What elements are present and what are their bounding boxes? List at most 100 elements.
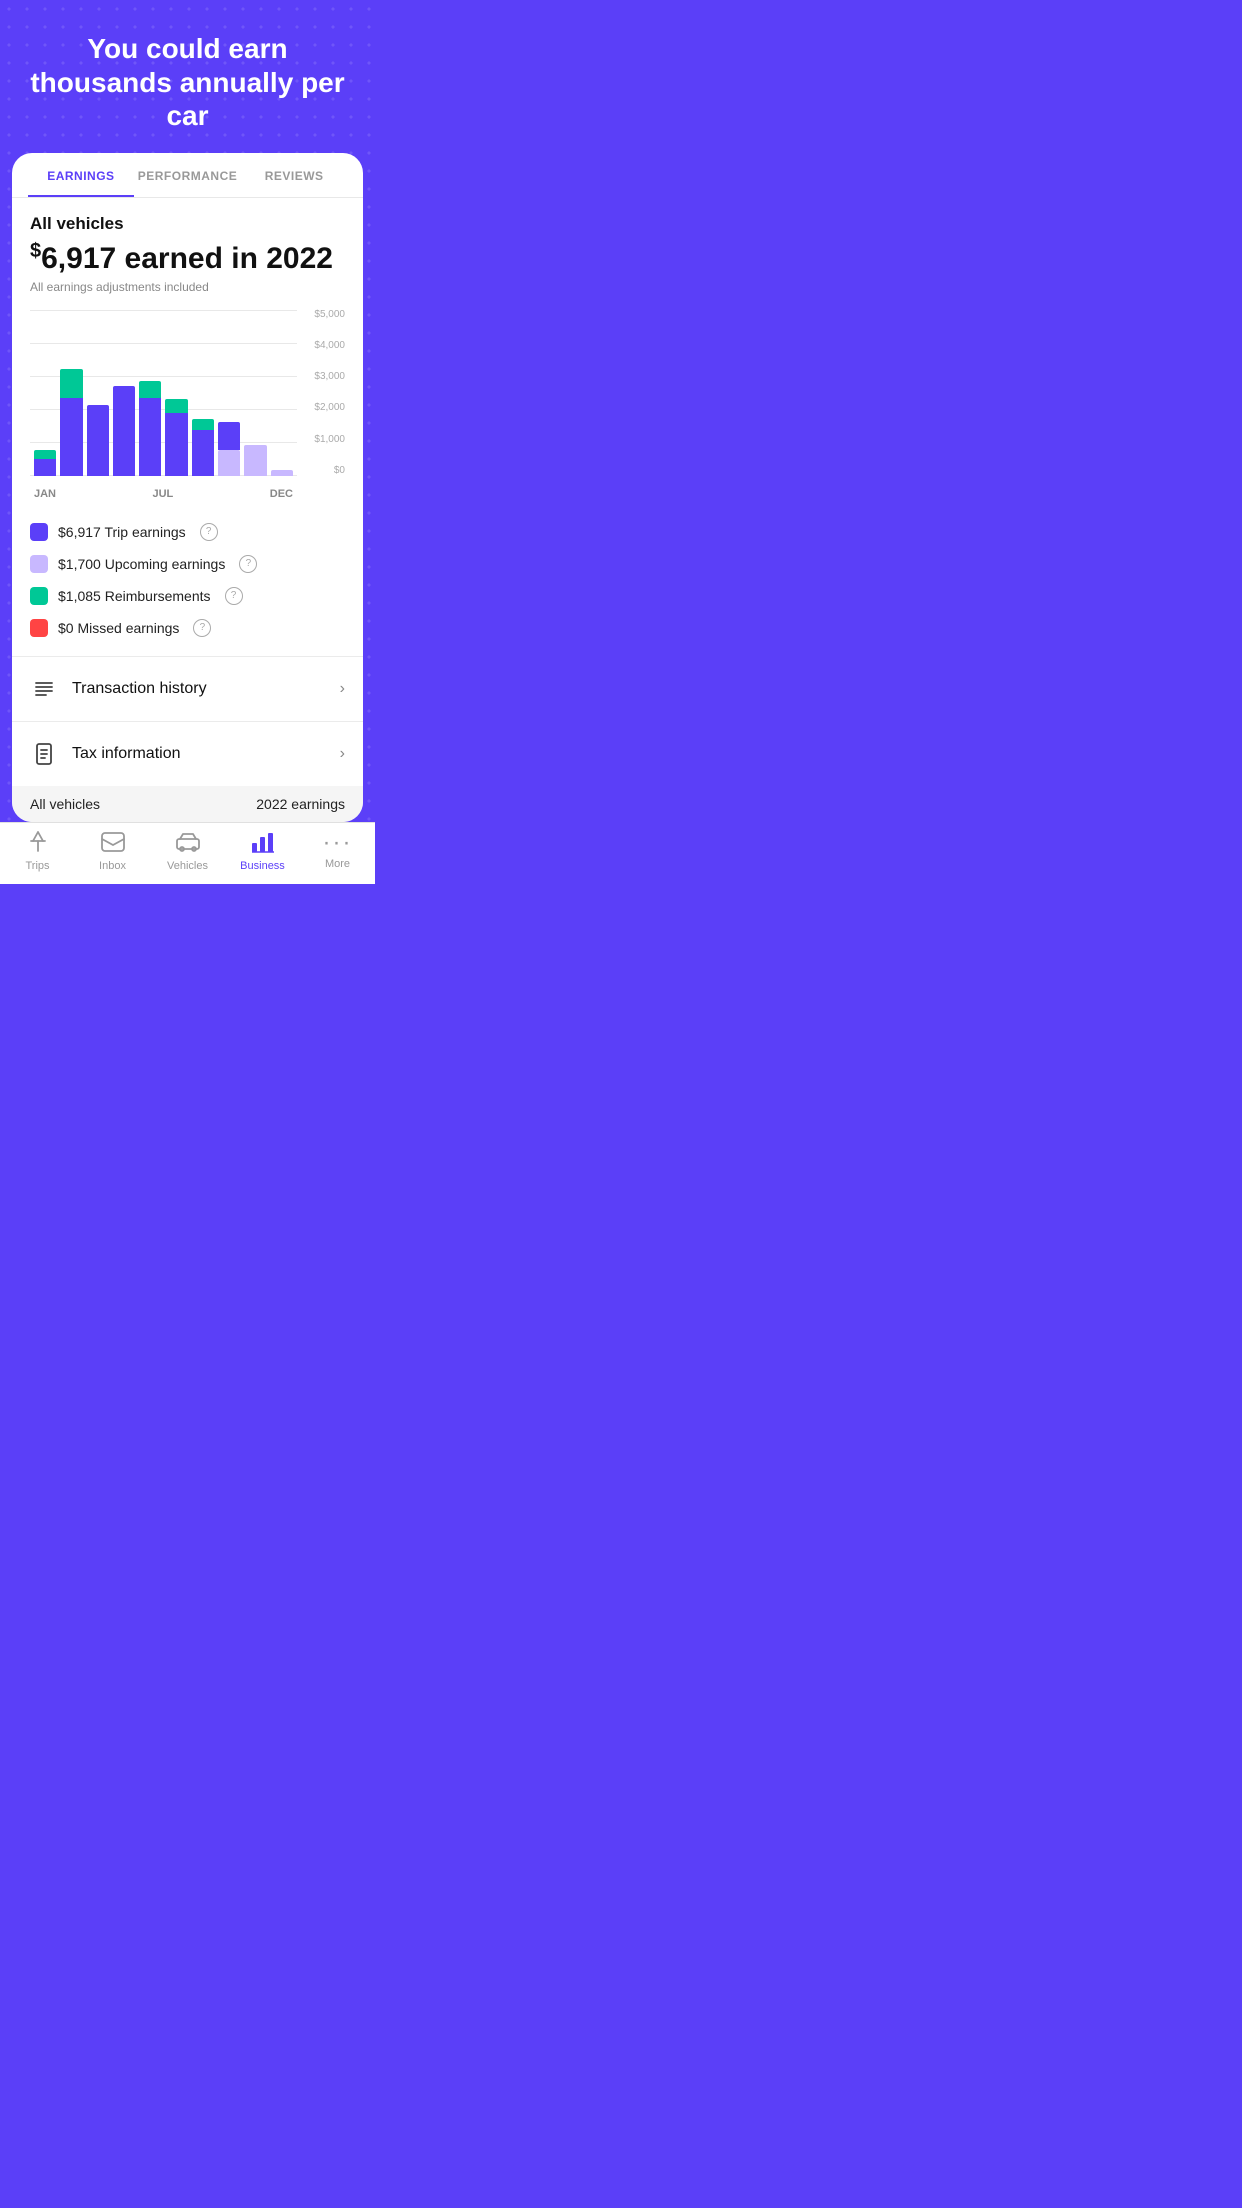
bar-group: [60, 310, 82, 476]
info-icon-reimbursements[interactable]: ?: [225, 587, 243, 605]
x-label-jul: JUL: [153, 488, 174, 500]
bar-segment-light: [244, 445, 266, 476]
bar-segment-blue: [192, 430, 214, 475]
nav-more[interactable]: ··· More: [300, 831, 375, 872]
chart-bars: [30, 310, 297, 476]
nav-more-label: More: [325, 858, 350, 870]
y-label: $1,000: [314, 435, 345, 445]
vehicles-label: All vehicles: [30, 214, 345, 234]
tab-bar: EARNINGS PERFORMANCE REVIEWS: [12, 153, 363, 198]
bar-group: [113, 310, 135, 476]
legend-missed: $0 Missed earnings ?: [30, 612, 345, 644]
bar-group: [192, 310, 214, 476]
nav-inbox[interactable]: Inbox: [75, 831, 150, 872]
bar-segment-light: [218, 450, 240, 476]
x-label-dec: DEC: [270, 488, 293, 500]
nav-vehicles[interactable]: Vehicles: [150, 831, 225, 872]
info-icon-trip[interactable]: ?: [200, 523, 218, 541]
vehicles-icon: [175, 831, 201, 857]
legend-label-trip: $6,917 Trip earnings: [58, 524, 186, 540]
bar-segment-blue: [218, 422, 240, 450]
info-icon-upcoming[interactable]: ?: [239, 555, 257, 573]
bar-segment-green: [165, 399, 187, 413]
bar-stack: [60, 310, 82, 476]
bar-group: [244, 310, 266, 476]
y-label: $4,000: [314, 341, 345, 351]
bar-stack: [87, 310, 109, 476]
bar-segment-blue: [60, 398, 82, 476]
bar-stack: [139, 310, 161, 476]
chevron-right-icon: ›: [340, 745, 345, 763]
earnings-sub: All earnings adjustments included: [30, 280, 345, 294]
legend-reimbursements: $1,085 Reimbursements ?: [30, 580, 345, 612]
main-card: EARNINGS PERFORMANCE REVIEWS All vehicle…: [12, 153, 363, 822]
legend-label-missed: $0 Missed earnings: [58, 620, 179, 636]
bar-segment-blue: [34, 459, 56, 476]
hero-title: You could earn thousands annually per ca…: [0, 0, 375, 153]
bar-stack: [271, 310, 293, 476]
nav-inbox-label: Inbox: [99, 860, 126, 872]
bar-segment-light: [271, 470, 293, 476]
bar-segment-green: [34, 450, 56, 459]
business-icon: [250, 831, 276, 857]
tax-information-item[interactable]: Tax information ›: [12, 722, 363, 786]
bar-group: [87, 310, 109, 476]
y-label: $3,000: [314, 372, 345, 382]
info-icon-missed[interactable]: ?: [193, 619, 211, 637]
bar-segment-blue: [113, 386, 135, 475]
filter-vehicles[interactable]: All vehicles: [30, 796, 100, 812]
list-icon: [30, 675, 58, 703]
tax-information-label: Tax information: [72, 745, 326, 763]
nav-trips[interactable]: Trips: [0, 831, 75, 872]
bar-stack: [218, 310, 240, 476]
y-label: $0: [334, 466, 345, 476]
nav-business[interactable]: Business: [225, 831, 300, 872]
trips-icon: [25, 831, 51, 857]
bar-stack: [34, 310, 56, 476]
chevron-right-icon: ›: [340, 680, 345, 698]
chart-x-labels: JAN JUL DEC: [30, 488, 297, 500]
x-label-jan: JAN: [34, 488, 56, 500]
bar-segment-blue: [165, 413, 187, 475]
legend-trip: $6,917 Trip earnings ?: [30, 516, 345, 548]
bar-group: [165, 310, 187, 476]
bar-segment-green: [192, 419, 214, 430]
tab-performance[interactable]: PERFORMANCE: [134, 153, 242, 197]
legend-dot-missed: [30, 619, 48, 637]
bottom-filter-bar: All vehicles 2022 earnings: [12, 786, 363, 822]
chart-y-labels: $5,000 $4,000 $3,000 $2,000 $1,000 $0: [297, 310, 345, 476]
legend-dot-reimbursements: [30, 587, 48, 605]
legend-dot-trip: [30, 523, 48, 541]
y-label: $5,000: [314, 310, 345, 320]
more-icon: ···: [323, 831, 353, 855]
bar-group: [34, 310, 56, 476]
bar-stack: [113, 310, 135, 476]
nav-vehicles-label: Vehicles: [167, 860, 208, 872]
earnings-chart: $5,000 $4,000 $3,000 $2,000 $1,000 $0 JA…: [30, 310, 345, 500]
bar-segment-green: [139, 381, 161, 398]
tab-earnings[interactable]: EARNINGS: [28, 153, 134, 197]
bar-segment-blue: [139, 398, 161, 476]
bar-segment-blue: [87, 405, 109, 476]
bar-stack: [165, 310, 187, 476]
nav-business-label: Business: [240, 860, 285, 872]
filter-year[interactable]: 2022 earnings: [256, 796, 345, 812]
transaction-history-item[interactable]: Transaction history ›: [12, 657, 363, 721]
bar-stack: [192, 310, 214, 476]
bar-stack: [244, 310, 266, 476]
y-label: $2,000: [314, 403, 345, 413]
card-body: All vehicles $6,917 earned in 2022 All e…: [12, 198, 363, 500]
bar-group: [139, 310, 161, 476]
chart-legend: $6,917 Trip earnings ? $1,700 Upcoming e…: [12, 508, 363, 656]
earnings-amount: $6,917 earned in 2022: [30, 240, 345, 276]
inbox-icon: [100, 831, 126, 857]
legend-upcoming: $1,700 Upcoming earnings ?: [30, 548, 345, 580]
bar-group: [271, 310, 293, 476]
legend-dot-upcoming: [30, 555, 48, 573]
transaction-history-label: Transaction history: [72, 680, 326, 698]
bottom-nav: Trips Inbox Vehicles: [0, 822, 375, 884]
legend-label-upcoming: $1,700 Upcoming earnings: [58, 556, 225, 572]
bar-segment-green: [60, 369, 82, 397]
legend-label-reimbursements: $1,085 Reimbursements: [58, 588, 211, 604]
tab-reviews[interactable]: REVIEWS: [241, 153, 347, 197]
